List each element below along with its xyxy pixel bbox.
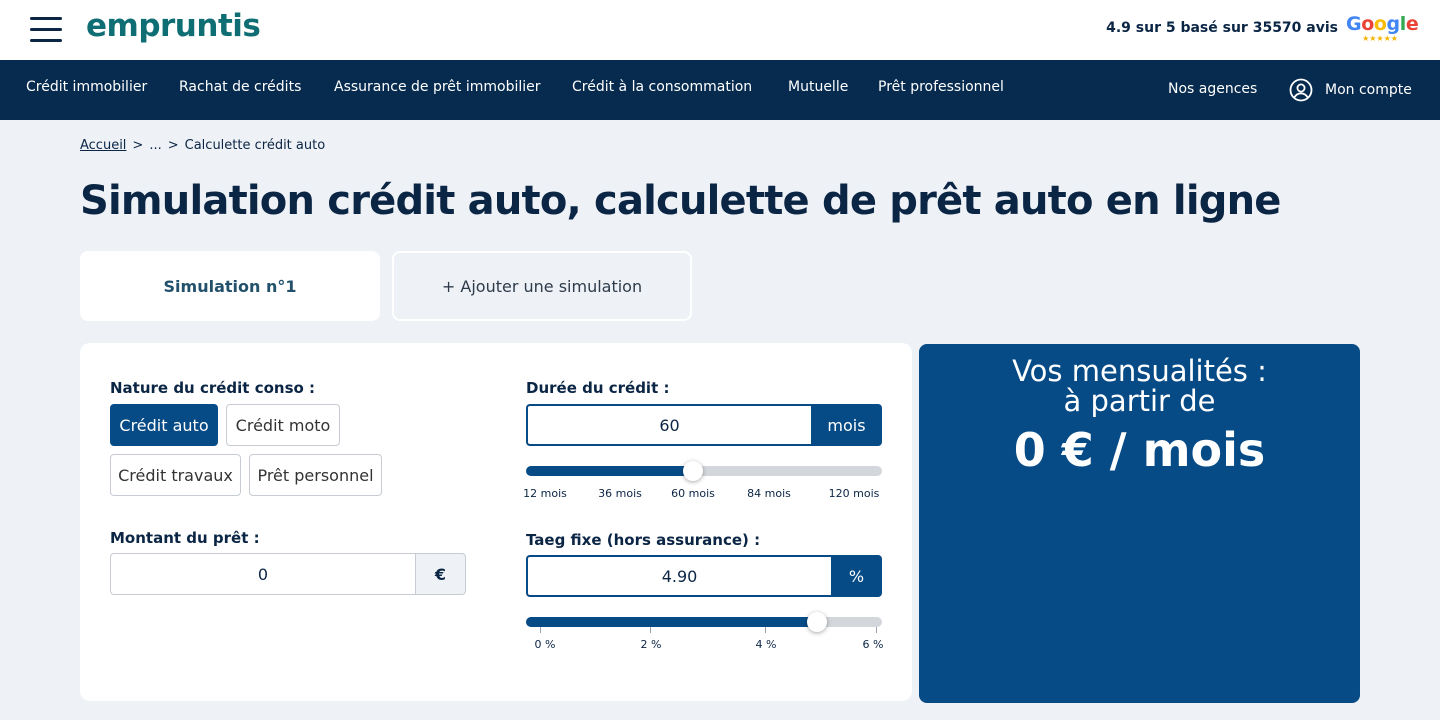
rate-tick [765,627,766,633]
nature-label: Nature du crédit conso : [110,379,316,397]
rate-field: 4.90 % [526,555,882,597]
nav-item-credit-consommation[interactable]: Crédit à la consommation [572,79,752,95]
empruntis-logo[interactable]: empruntis [86,8,261,44]
monthly-payment-amount: 0 € / mois [1013,423,1266,477]
rate-tick [876,627,877,633]
duration-tick-label: 120 mois [828,487,880,500]
top-header: empruntis 4.9 sur 5 basé sur 35570 avis … [0,0,1440,60]
hamburger-menu-icon[interactable] [30,17,62,43]
rate-slider[interactable] [526,612,882,633]
amount-label: Montant du prêt : [110,529,260,547]
breadcrumb-ellipsis[interactable]: ... [149,138,161,153]
breadcrumb-current: Calculette crédit auto [184,138,326,153]
rate-tick-label: 0 % [534,638,556,651]
option-credit-moto[interactable]: Crédit moto [226,404,340,446]
rate-tick-label: 4 % [755,638,777,651]
result-heading: Vos mensualités : [1012,354,1267,388]
hamburger-line [30,39,62,42]
option-credit-auto[interactable]: Crédit auto [110,404,218,446]
hamburger-line [30,17,62,20]
duration-label: Durée du crédit : [526,379,670,397]
duration-slider[interactable] [526,461,882,481]
google-logo: Google [1346,13,1419,35]
account-label: Mon compte [1325,82,1412,98]
page-title: Simulation crédit auto, calculette de pr… [80,178,1281,224]
rate-slider-fill [526,617,817,627]
rate-input[interactable]: 4.90 [526,555,831,597]
rating-text: 4.9 sur 5 basé sur 35570 avis [1106,20,1338,36]
percent-unit: % [831,555,882,597]
rate-slider-handle[interactable] [807,612,827,632]
rate-tick-label: 2 % [640,638,662,651]
nav-item-agences[interactable]: Nos agences [1168,81,1257,97]
result-subheading: à partir de [1063,384,1216,418]
user-circle-icon [1289,78,1313,102]
nav-item-credit-immobilier[interactable]: Crédit immobilier [26,79,147,95]
duration-tick-label: 84 mois [747,487,791,500]
duration-input[interactable]: 60 [526,404,811,446]
breadcrumb-separator: > [167,138,179,153]
monthly-payment-panel: Vos mensualités : à partir de 0 € / mois [919,344,1360,703]
euro-unit: € [415,553,466,595]
tab-simulation-1[interactable]: Simulation n°1 [80,251,380,321]
duration-field: 60 mois [526,404,882,446]
breadcrumb: Accueil >... > Calculette crédit auto [80,138,325,153]
nav-item-assurance-pret[interactable]: Assurance de prêt immobilier [334,79,541,95]
nav-item-mutuelle[interactable]: Mutuelle [788,79,848,95]
rate-label: Taeg fixe (hors assurance) : [526,531,761,549]
google-rating-badge: Google ★★★★★ [1346,13,1419,47]
breadcrumb-separator: > [132,138,144,153]
amount-field: 0 € [110,553,466,595]
duration-slider-handle[interactable] [683,461,703,481]
nav-item-rachat-de-credits[interactable]: Rachat de crédits [179,79,301,95]
option-pret-personnel[interactable]: Prêt personnel [249,454,382,496]
rate-tick-label: 6 % [862,638,884,651]
nav-item-pret-professionnel[interactable]: Prêt professionnel [878,79,1004,95]
duration-tick-label: 36 mois [598,487,642,500]
mois-unit: mois [811,404,882,446]
rate-tick [540,627,541,633]
rating-stars-icon: ★★★★★ [1362,34,1398,43]
option-credit-travaux[interactable]: Crédit travaux [110,454,241,496]
duration-tick-label: 12 mois [523,487,567,500]
amount-input[interactable]: 0 [110,553,415,595]
duration-slider-fill [526,466,693,476]
duration-tick-label: 60 mois [671,487,715,500]
rate-tick [650,627,651,633]
breadcrumb-home-link[interactable]: Accueil [80,138,126,153]
simulation-form-card: Nature du crédit conso : Crédit auto Cré… [80,343,912,701]
hamburger-line [30,28,62,31]
add-simulation-button[interactable]: + Ajouter une simulation [392,251,692,321]
main-nav: Crédit immobilier Rachat de crédits Assu… [0,60,1440,120]
